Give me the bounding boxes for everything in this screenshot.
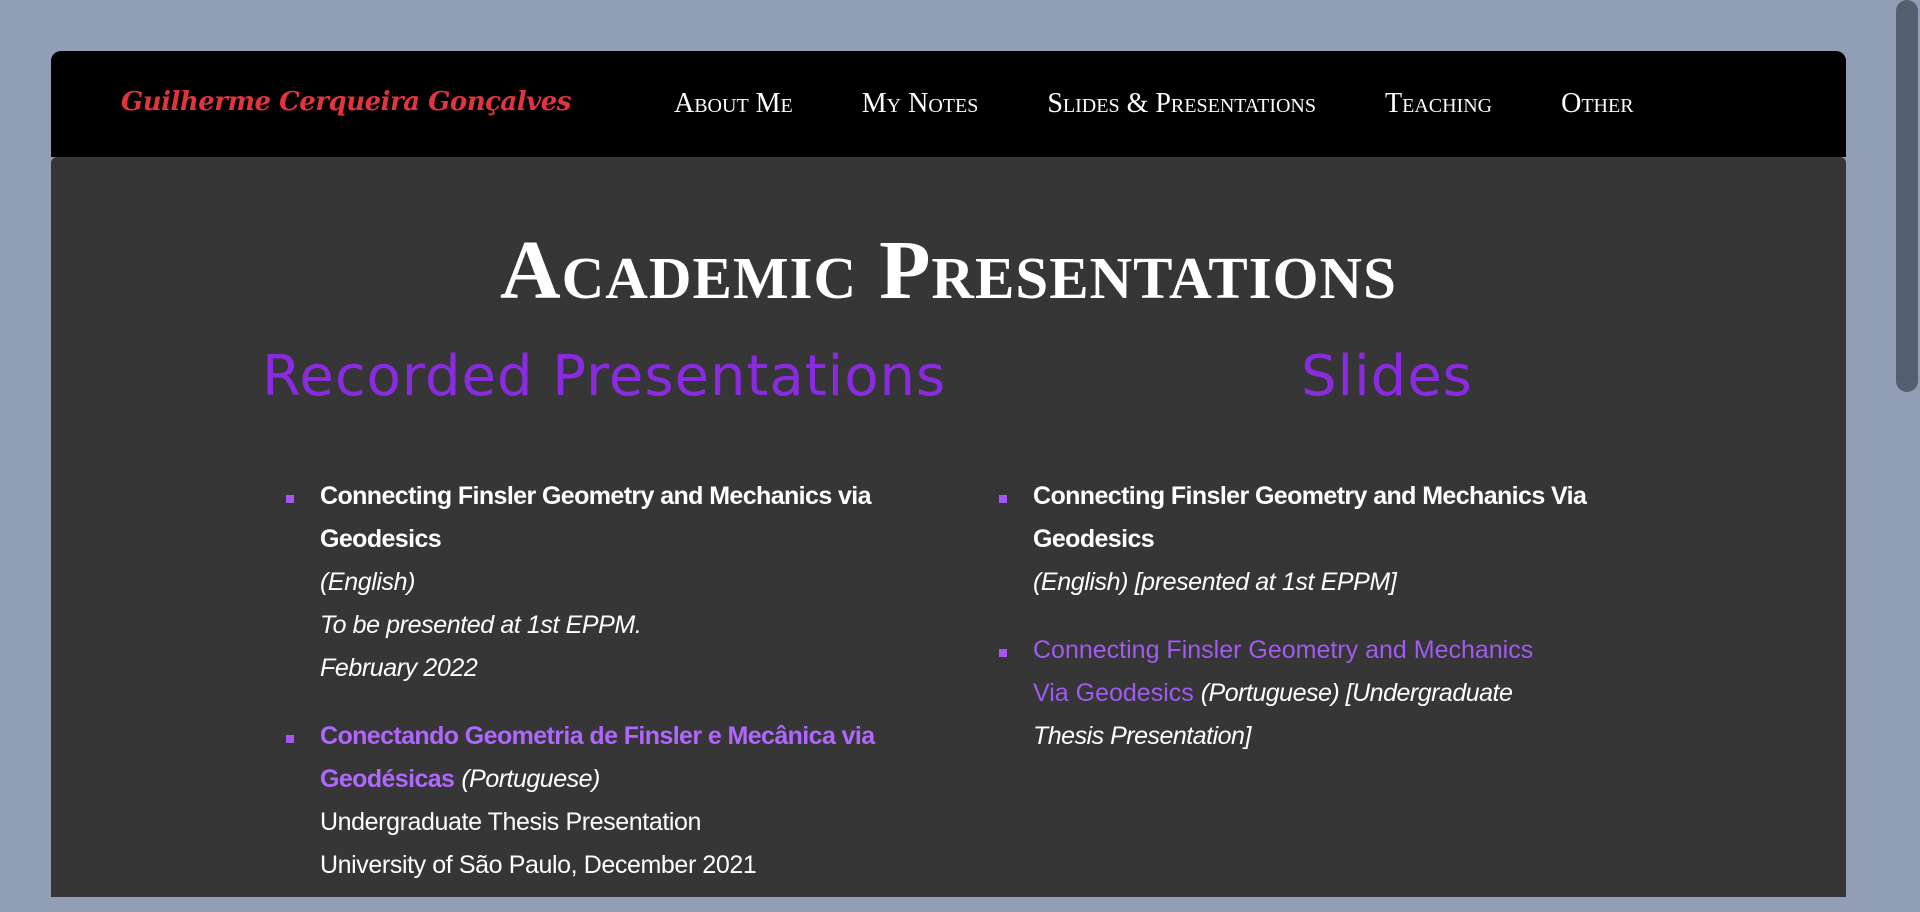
presentation-title: Connecting Finsler Geometry and Mechanic… [320,482,872,553]
navbar: Guilherme Cerqueira Gonçalves About Me M… [51,51,1846,157]
slides-note: (English) [presented at 1st EPPM] [1033,568,1397,596]
bullet-icon [286,495,294,503]
page-frame: Guilherme Cerqueira Gonçalves About Me M… [51,51,1846,897]
presentation-date: University of São Paulo, December 2021 [320,851,757,879]
presentation-venue: Undergraduate Thesis Presentation [320,808,702,836]
scrollbar-thumb[interactable] [1896,0,1918,392]
bullet-icon [286,735,294,743]
nav-my-notes[interactable]: My Notes [862,88,979,120]
slides-heading: Slides [1301,344,1473,409]
nav-other[interactable]: Other [1561,88,1633,120]
list-item: Connecting Finsler Geometry and Mechanic… [999,629,1553,758]
presentation-language: (Portuguese) [461,765,600,793]
presentation-venue: To be presented at 1st EPPM. [320,611,642,639]
presentation-language: (English) [320,568,416,596]
presentation-date: February 2022 [320,654,478,682]
slides-list: Connecting Finsler Geometry and Mechanic… [999,475,1673,783]
page-title: Academic Presentations [500,224,1397,317]
nav-slides-presentations[interactable]: Slides & Presentations [1047,88,1316,120]
slides-title: Connecting Finsler Geometry and Mechanic… [1033,482,1587,553]
list-item: Connecting Finsler Geometry and Mechanic… [286,475,940,690]
nav-teaching[interactable]: Teaching [1385,88,1492,120]
nav-links: About Me My Notes Slides & Presentations… [674,88,1634,120]
recorded-presentations-list: Connecting Finsler Geometry and Mechanic… [286,475,940,912]
nav-about-me[interactable]: About Me [674,88,793,120]
bullet-icon [999,495,1007,503]
list-item: Connecting Finsler Geometry and Mechanic… [999,475,1673,604]
main-content: Academic Presentations Recorded Presenta… [51,157,1846,897]
recorded-presentations-heading: Recorded Presentations [262,344,947,409]
bullet-icon [999,649,1007,657]
list-item: Conectando Geometria de Finsler e Mecâni… [286,715,940,887]
site-brand[interactable]: Guilherme Cerqueira Gonçalves [121,87,571,117]
